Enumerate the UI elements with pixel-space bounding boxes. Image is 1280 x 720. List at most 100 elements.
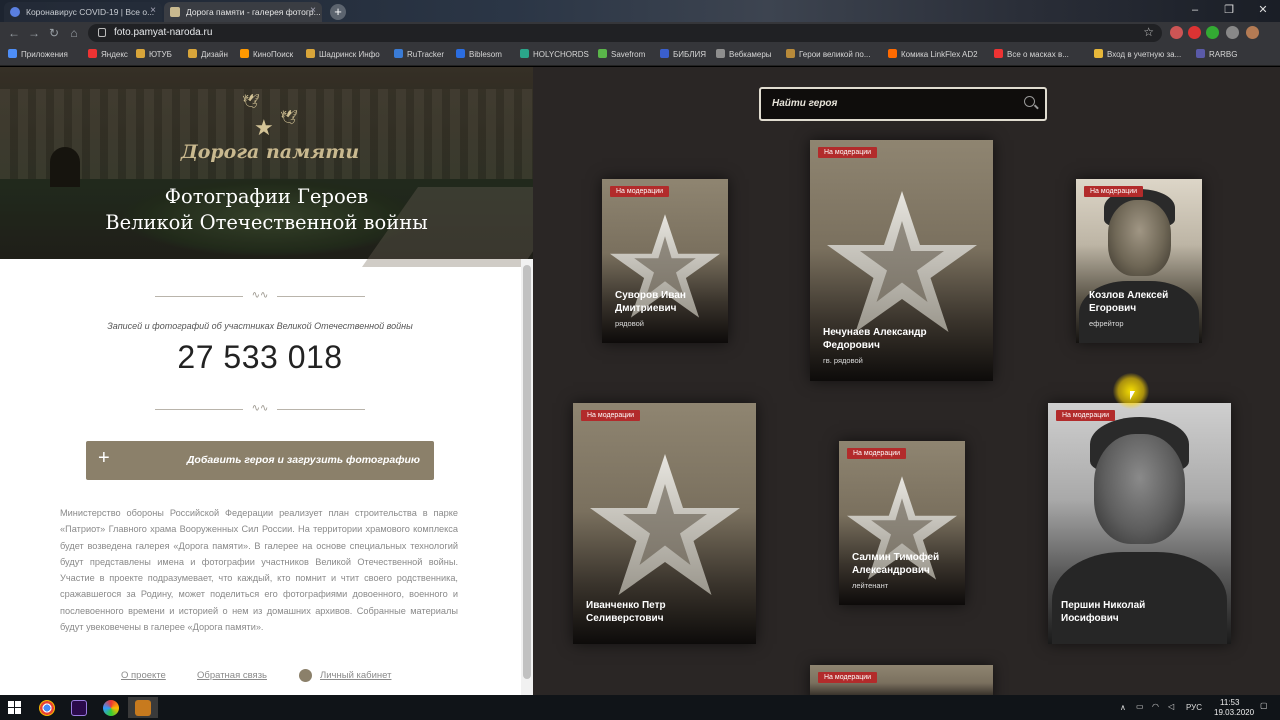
bookmark-label: Комика LinkFlex AD2 — [901, 50, 978, 59]
tray-network-icon[interactable]: ◠ — [1152, 702, 1159, 711]
hero-rank: ефрейтор — [1089, 319, 1124, 328]
tray-volume-icon[interactable]: ◁ — [1168, 702, 1174, 711]
scrollbar[interactable] — [521, 259, 533, 695]
scrollbar-thumb[interactable] — [523, 265, 531, 679]
premiere-taskbar-icon[interactable] — [64, 697, 94, 718]
bookmark-icon — [520, 49, 529, 58]
bookmark-item[interactable]: Все о масках в... — [994, 49, 1069, 59]
gallery-panel: Найти героя На модерации Суворов Иван Дмит… — [533, 67, 1280, 705]
search-box[interactable]: Найти героя — [759, 87, 1047, 121]
back-icon[interactable]: ← — [6, 25, 22, 41]
bookmark-icon — [306, 49, 315, 58]
bookmark-icon — [598, 49, 607, 58]
about-link[interactable]: О проекте — [121, 670, 166, 681]
add-hero-button[interactable]: + Добавить героя и загрузить фотографию — [86, 441, 434, 480]
close-window-icon[interactable]: ✕ — [1246, 0, 1280, 22]
hero-name-line: Козлов Алексей — [1089, 290, 1169, 301]
bookmark-item[interactable]: RARBG — [1196, 49, 1237, 59]
bookmark-label: HOLYCHORDS — [533, 50, 589, 59]
bookmark-item[interactable]: Яндекс — [88, 49, 128, 59]
bookmark-item[interactable]: БИБЛИЯ — [660, 49, 706, 59]
browser-toolbar: ← → ↻ ⌂ foto.pamyat-naroda.ru ☆ — [0, 22, 1280, 44]
bookmark-item[interactable]: Вебкамеры — [716, 49, 772, 59]
hero-name: Суворов Иван Дмитриевич — [615, 289, 686, 315]
bookmark-item[interactable]: Savefrom — [598, 49, 645, 59]
browser-tab-active[interactable]: Дорога памяти - галерея фотогр... × — [164, 2, 322, 22]
tray-chevron-icon[interactable]: ∧ — [1120, 703, 1126, 712]
clock-date[interactable]: 19.03.2020 — [1214, 708, 1254, 717]
bookmark-item[interactable]: Biblesom — [456, 49, 502, 59]
hero-name-line: Салмин Тимофей — [852, 552, 940, 563]
extension-icon[interactable] — [1226, 26, 1239, 39]
bookmark-label: БИБЛИЯ — [673, 50, 707, 59]
bookmark-icon — [1094, 49, 1103, 58]
tab-close-icon[interactable]: × — [310, 5, 316, 16]
bookmark-item[interactable]: ЮТУБ — [136, 49, 172, 59]
bookmark-item[interactable]: Дизайн — [188, 49, 228, 59]
profile-avatar[interactable] — [1246, 26, 1259, 39]
bookmark-item[interactable]: RuTracker — [394, 49, 444, 59]
hero-card[interactable]: На модерации Козлов Алексей Егорович ефрейт… — [1076, 179, 1202, 343]
hero-name-line: Першин Николай — [1061, 600, 1146, 611]
bookmark-label: RARBG — [1209, 50, 1238, 59]
bookmark-icon — [1196, 49, 1205, 58]
hero-name: Першин Николай Иосифович — [1061, 599, 1145, 625]
bookmark-item[interactable]: Вход в учетную за... — [1094, 49, 1181, 59]
search-icon[interactable] — [1024, 96, 1035, 107]
ornament-divider: ∿∿ — [155, 403, 365, 415]
bookmark-label: ЮТУБ — [149, 50, 172, 59]
cabinet-link[interactable]: Личный кабинет — [320, 670, 391, 681]
army-star-icon — [589, 454, 740, 596]
chrome-taskbar-icon[interactable] — [32, 697, 62, 718]
bookmark-icon — [888, 49, 897, 58]
hero-card[interactable]: На модерации Суворов Иван Дмитриевич рядово… — [602, 179, 728, 343]
extension-icon[interactable] — [1188, 26, 1201, 39]
bookmark-icon — [188, 49, 197, 58]
bookmark-item[interactable]: Шадринск Инфо — [306, 49, 380, 59]
tab-favicon-icon — [170, 7, 180, 17]
bookmark-item[interactable]: HOLYCHORDS — [520, 49, 589, 59]
minimize-icon[interactable]: – — [1178, 0, 1212, 22]
hero-name: Салмин Тимофей Александрович — [852, 551, 939, 577]
extension-icon[interactable] — [1206, 26, 1219, 39]
hero-name-line: Федорович — [823, 340, 880, 351]
page-content: 🕊 🕊 ★ Дорога памяти Фотографии Героев Ве… — [0, 67, 1280, 705]
tray-battery-icon[interactable]: ▭ — [1136, 702, 1144, 711]
site-logo[interactable]: 🕊 🕊 ★ Дорога памяти — [170, 91, 370, 163]
bookmark-label: Дизайн — [201, 50, 228, 59]
hero-rank: гв. рядовой — [823, 356, 863, 365]
bookmark-icon — [660, 49, 669, 58]
clock-time[interactable]: 11:53 — [1220, 698, 1239, 707]
browser-tab[interactable]: Коронавирус COVID-19 | Все о... × — [4, 2, 162, 22]
bookmark-item[interactable]: Приложения — [8, 49, 68, 59]
hero-card[interactable]: На модерации Салмин Тимофей Александрович л… — [839, 441, 965, 605]
maximize-icon[interactable]: ❐ — [1212, 0, 1246, 22]
bookmark-label: КиноПоиск — [253, 50, 294, 59]
notifications-icon[interactable]: ▢ — [1260, 701, 1268, 710]
hero-card[interactable]: На модерации Нечунаев Александр Федорович г… — [810, 140, 993, 381]
bookmark-label: Biblesom — [469, 50, 502, 59]
windows-start-icon[interactable] — [8, 701, 21, 714]
bird-icon: 🕊 — [280, 109, 298, 125]
window-controls: – ❐ ✕ — [1178, 0, 1280, 22]
bookmark-star-icon[interactable]: ☆ — [1143, 25, 1154, 39]
bookmark-item[interactable]: Герои великой по... — [786, 49, 871, 59]
new-tab-button[interactable]: + — [330, 4, 346, 20]
moderation-badge: На модерации — [847, 448, 907, 459]
hero-name: Иванченко Петр Селиверстович — [586, 599, 666, 625]
bookmark-item[interactable]: КиноПоиск — [240, 49, 293, 59]
app-taskbar-icon[interactable] — [96, 697, 126, 718]
reload-icon[interactable]: ↻ — [46, 25, 62, 41]
active-app-taskbar-icon[interactable] — [128, 697, 158, 718]
tab-close-icon[interactable]: × — [150, 5, 156, 16]
address-bar[interactable]: foto.pamyat-naroda.ru ☆ — [88, 24, 1162, 42]
feedback-link[interactable]: Обратная связь — [197, 670, 267, 681]
hero-name-line: Селиверстович — [586, 613, 664, 624]
bookmark-item[interactable]: Комика LinkFlex AD2 — [888, 49, 978, 59]
keyboard-language[interactable]: РУС — [1186, 703, 1202, 712]
hero-card[interactable]: На модерации Иванченко Петр Селиверстович — [573, 403, 756, 644]
home-icon[interactable]: ⌂ — [66, 25, 82, 41]
extension-icon[interactable] — [1170, 26, 1183, 39]
hero-card[interactable]: На модерации Першин Николай Иосифович — [1048, 403, 1231, 644]
forward-icon[interactable]: → — [26, 25, 42, 41]
